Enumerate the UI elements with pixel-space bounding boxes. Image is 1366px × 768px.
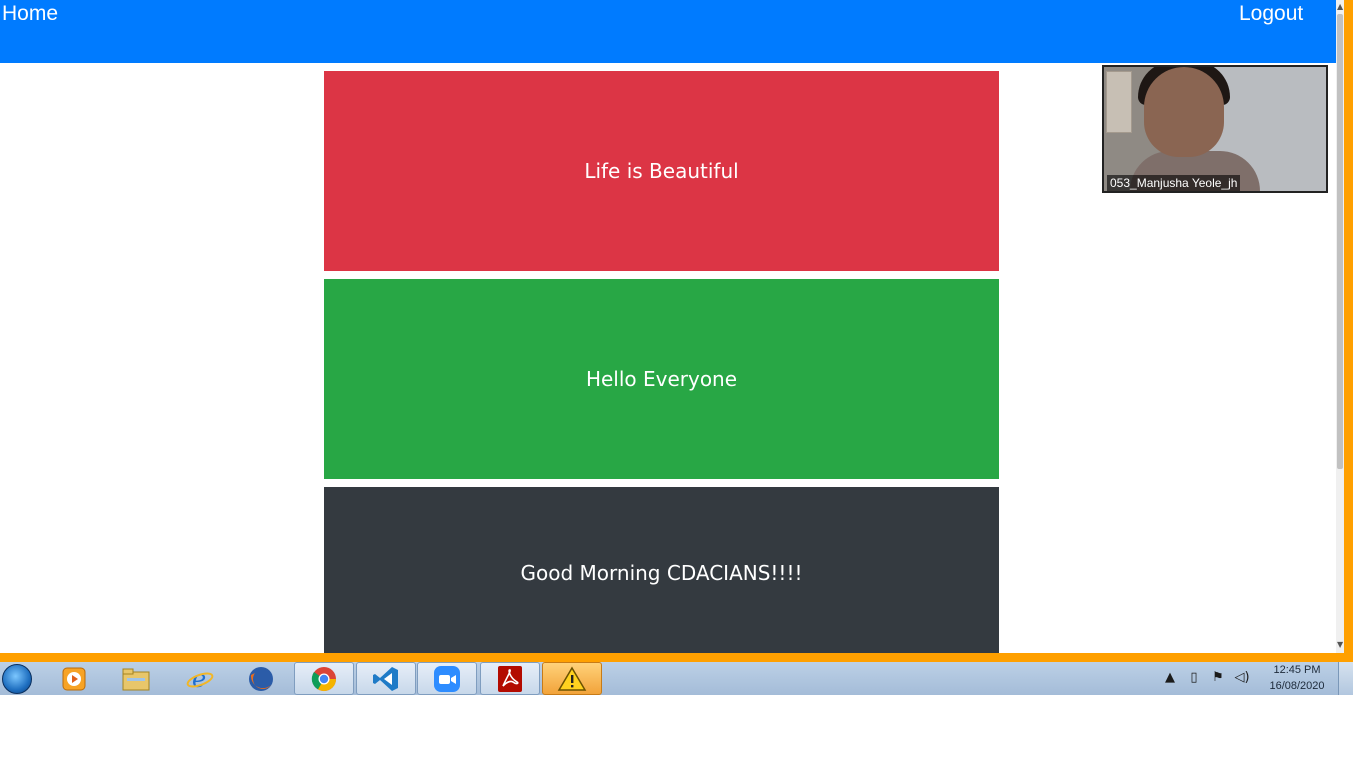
taskbar-firefox[interactable] — [231, 662, 291, 695]
taskbar-chrome[interactable] — [294, 662, 354, 695]
scroll-up-arrow-icon[interactable]: ▲ — [1337, 2, 1343, 12]
start-orb-icon — [2, 663, 32, 694]
participant-name-label: 053_Manjusha Yeole_jh — [1107, 175, 1241, 191]
show-hidden-icons-icon[interactable]: ▲ — [1162, 668, 1178, 688]
zoom-icon — [431, 665, 463, 693]
home-link[interactable]: Home — [2, 2, 58, 26]
card-life-is-beautiful: Life is Beautiful — [324, 71, 999, 271]
video-person-face — [1144, 67, 1224, 157]
clock-time: 12:45 PM — [1273, 664, 1321, 676]
show-desktop-button[interactable] — [1338, 662, 1353, 695]
firefox-icon — [245, 665, 277, 693]
card-text: Life is Beautiful — [584, 159, 739, 183]
warning-icon — [556, 665, 588, 693]
battery-icon[interactable]: ▯ — [1186, 668, 1202, 688]
page-scrollbar[interactable] — [1336, 0, 1344, 653]
taskbar-media-player[interactable] — [44, 662, 104, 695]
card-text: Hello Everyone — [585, 367, 738, 391]
scroll-down-arrow-icon[interactable]: ▼ — [1337, 640, 1343, 650]
card-hello-everyone: Hello Everyone — [324, 279, 999, 479]
taskbar-file-explorer[interactable] — [106, 662, 166, 695]
screen-share-border-bottom — [0, 653, 1353, 662]
card-good-morning: Good Morning CDACIANS!!!! — [324, 487, 999, 653]
clock-date: 16/08/2020 — [1269, 680, 1325, 692]
chrome-icon — [308, 665, 340, 693]
start-button[interactable] — [0, 662, 34, 695]
screen-share-border-right — [1344, 0, 1353, 662]
internet-explorer-icon: e — [184, 665, 216, 693]
file-explorer-icon — [120, 665, 152, 693]
taskbar-internet-explorer[interactable]: e — [170, 662, 230, 695]
taskbar-zoom[interactable] — [417, 662, 477, 695]
scrollbar-thumb[interactable] — [1337, 14, 1343, 469]
svg-text:e: e — [192, 665, 206, 693]
taskbar-warning-app[interactable] — [542, 662, 602, 695]
windows-taskbar: e ▲ ▯ ⚑ ◁) — [0, 662, 1353, 695]
media-player-icon — [58, 665, 90, 693]
taskbar-vscode[interactable] — [356, 662, 416, 695]
card-text: Good Morning CDACIANS!!!! — [520, 561, 803, 585]
action-center-flag-icon[interactable]: ⚑ — [1210, 668, 1226, 688]
video-wall-calendar — [1106, 71, 1132, 133]
participant-video-tile[interactable]: 053_Manjusha Yeole_jh — [1102, 65, 1328, 193]
volume-icon[interactable]: ◁) — [1234, 668, 1250, 688]
adobe-reader-icon — [494, 665, 526, 693]
top-navbar: Home Logout — [0, 0, 1336, 63]
visual-studio-code-icon — [370, 665, 402, 693]
taskbar-adobe-reader[interactable] — [480, 662, 540, 695]
logout-link[interactable]: Logout — [1239, 2, 1303, 26]
taskbar-clock[interactable]: 12:45 PM 16/08/2020 — [1262, 662, 1332, 694]
